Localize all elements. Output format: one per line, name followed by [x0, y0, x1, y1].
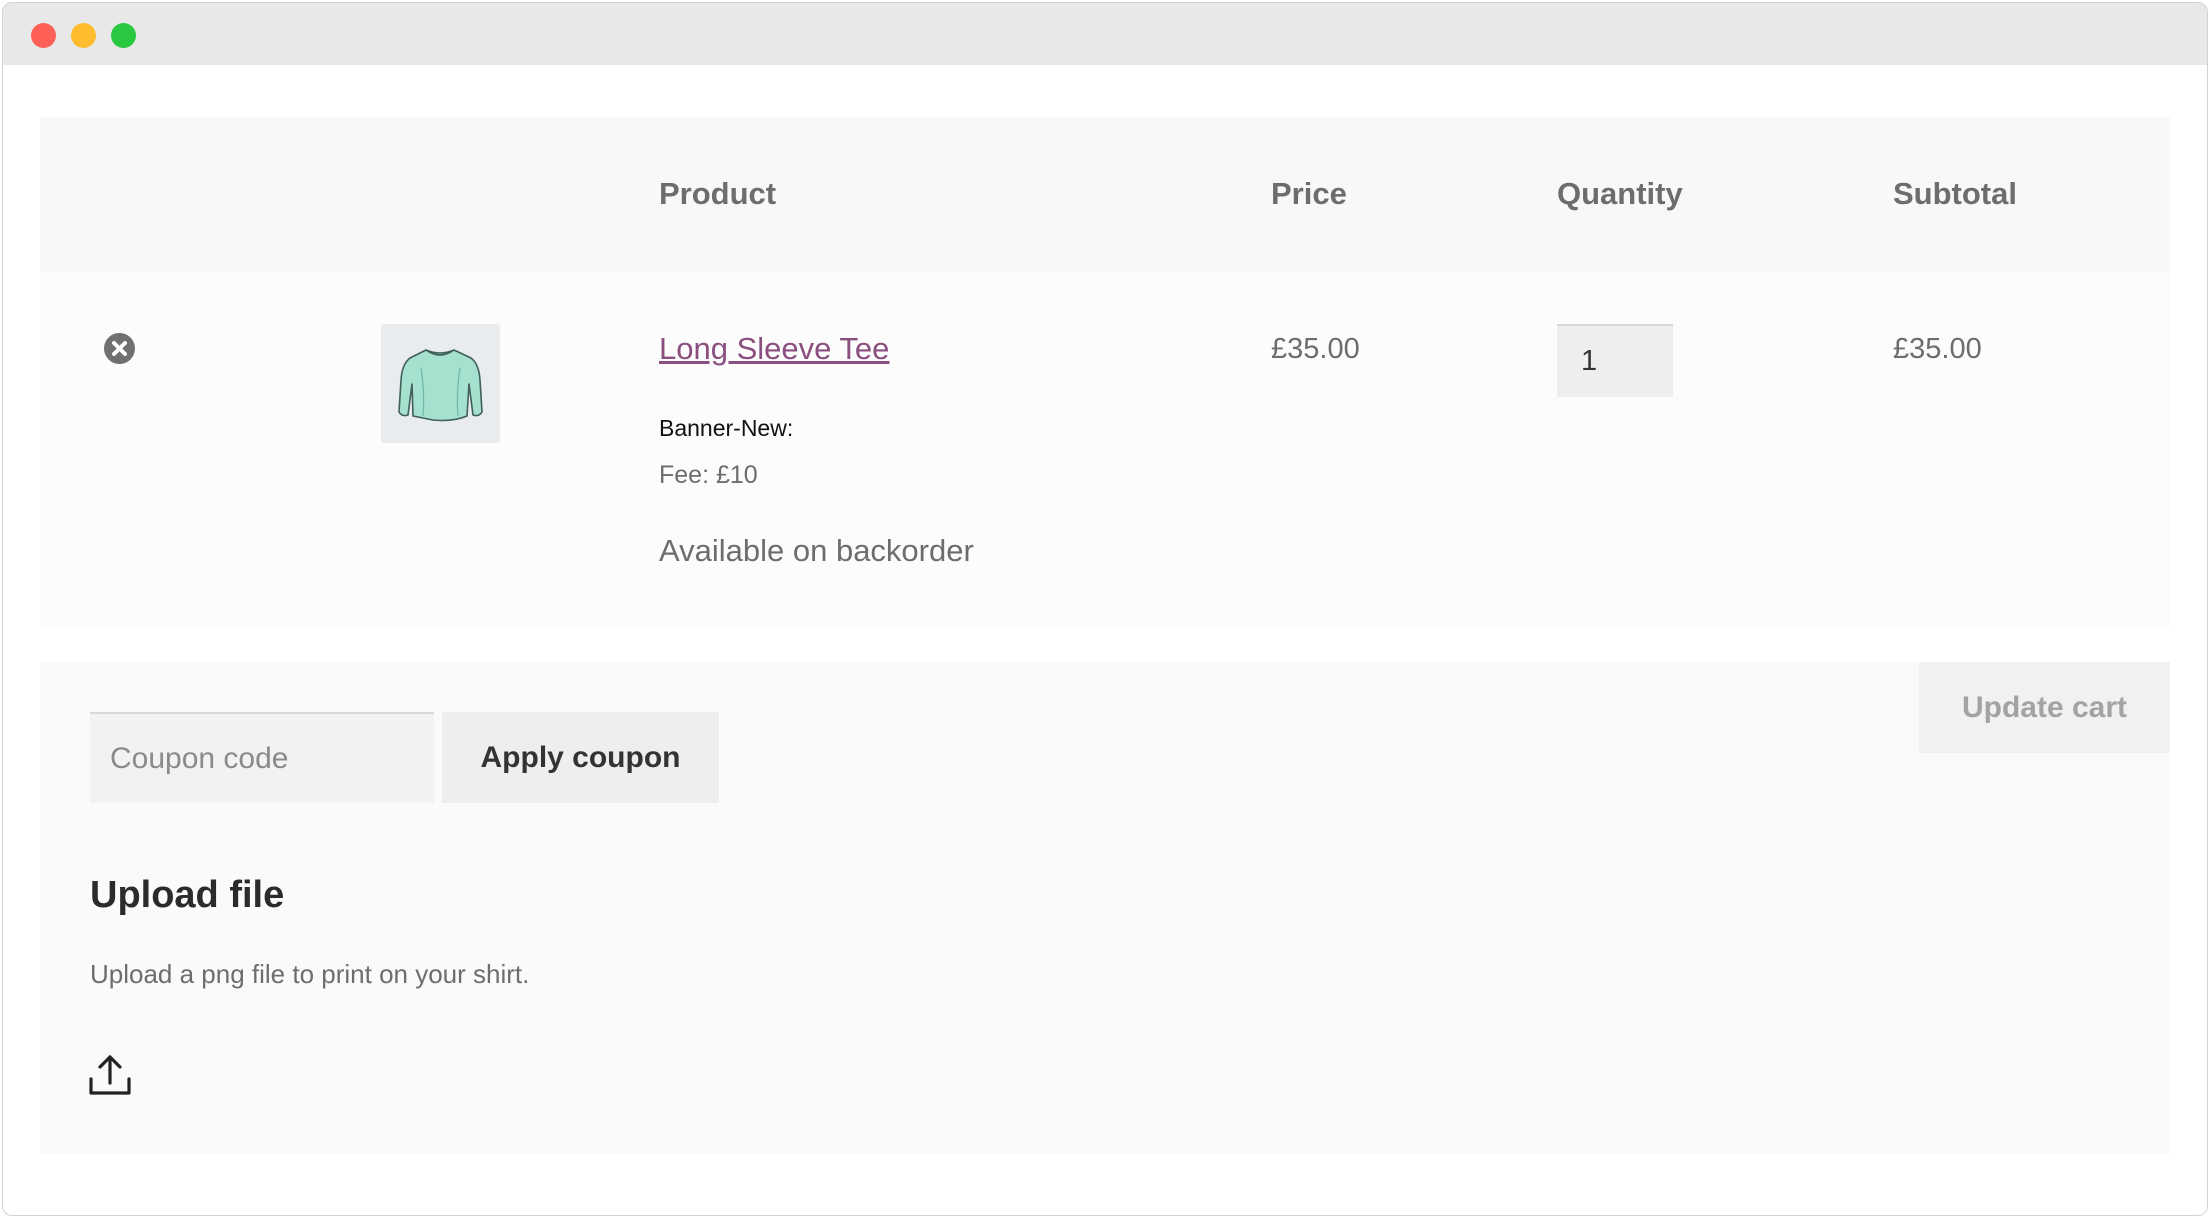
- upload-file-heading: Upload file: [90, 874, 285, 916]
- product-meta-key: Banner-New:: [659, 415, 794, 441]
- remove-x-glyph: [112, 341, 127, 356]
- update-cart-button[interactable]: Update cart: [1919, 662, 2170, 753]
- minimize-window-button[interactable]: [71, 23, 96, 48]
- browser-window: Product Price Quantity Subtotal Long Sle…: [2, 2, 2208, 1216]
- apply-coupon-button[interactable]: Apply coupon: [442, 712, 719, 803]
- column-header-price: Price: [1271, 176, 1347, 211]
- cart-page: Product Price Quantity Subtotal Long Sle…: [3, 65, 2207, 1215]
- product-name-link[interactable]: Long Sleeve Tee: [659, 331, 889, 367]
- coupon-code-input[interactable]: [90, 712, 434, 803]
- item-price: £35.00: [1271, 333, 1360, 365]
- window-titlebar: [3, 3, 2207, 65]
- column-header-product: Product: [659, 176, 777, 211]
- upload-icon[interactable]: [88, 1053, 132, 1097]
- maximize-window-button[interactable]: [111, 23, 136, 48]
- cart-actions: Apply coupon Update cart Upload file Upl…: [40, 662, 2170, 1154]
- column-header-subtotal: Subtotal: [1893, 176, 2017, 211]
- cart-item-row: Long Sleeve Tee Banner-New: Fee: £10 Ava…: [40, 271, 2170, 627]
- upload-arrow-glyph: [89, 1055, 131, 1095]
- cart-table-header: Product Price Quantity Subtotal: [40, 117, 2170, 271]
- stock-status: Available on backorder: [659, 533, 974, 568]
- shirt-icon: [398, 349, 483, 422]
- item-subtotal: £35.00: [1893, 333, 1982, 365]
- upload-file-description: Upload a png file to print on your shirt…: [90, 959, 530, 989]
- close-window-button[interactable]: [31, 23, 56, 48]
- remove-circle-icon[interactable]: [104, 333, 135, 364]
- quantity-input[interactable]: [1557, 324, 1673, 397]
- column-header-quantity: Quantity: [1557, 176, 1683, 211]
- product-thumbnail[interactable]: [381, 324, 500, 443]
- product-meta-fee: Fee: £10: [659, 461, 758, 489]
